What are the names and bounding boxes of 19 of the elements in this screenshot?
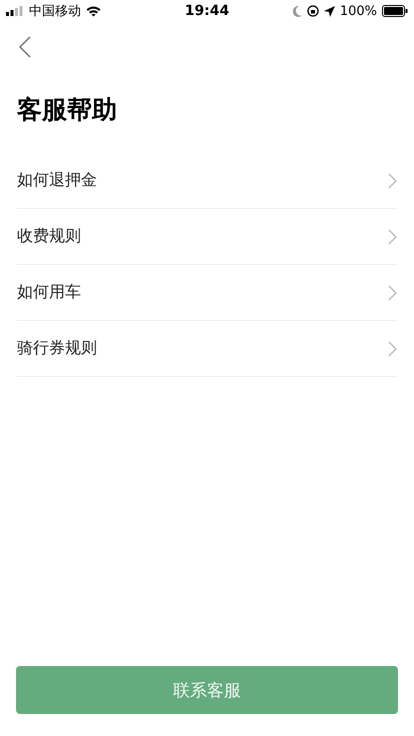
help-item[interactable]: 收费规则 (17, 209, 397, 265)
chevron-right-icon (388, 284, 397, 300)
carrier-name: 中国移动 (29, 3, 81, 20)
rotation-lock-icon (306, 5, 319, 17)
signal-icon (6, 6, 24, 16)
help-item[interactable]: 如何退押金 (17, 153, 397, 209)
chevron-right-icon (388, 172, 397, 188)
battery-icon (382, 5, 408, 17)
wifi-icon (86, 6, 101, 16)
chevron-right-icon (388, 340, 397, 356)
battery-percentage: 100% (340, 4, 377, 18)
chevron-right-icon (388, 228, 397, 244)
help-item[interactable]: 骑行券规则 (17, 321, 397, 377)
clock-time: 19:44 (184, 3, 230, 19)
page-title: 客服帮助 (17, 94, 118, 126)
back-icon[interactable] (18, 36, 32, 58)
location-arrow-icon (324, 6, 335, 16)
moon-icon (292, 6, 302, 16)
help-item[interactable]: 如何用车 (17, 265, 397, 321)
